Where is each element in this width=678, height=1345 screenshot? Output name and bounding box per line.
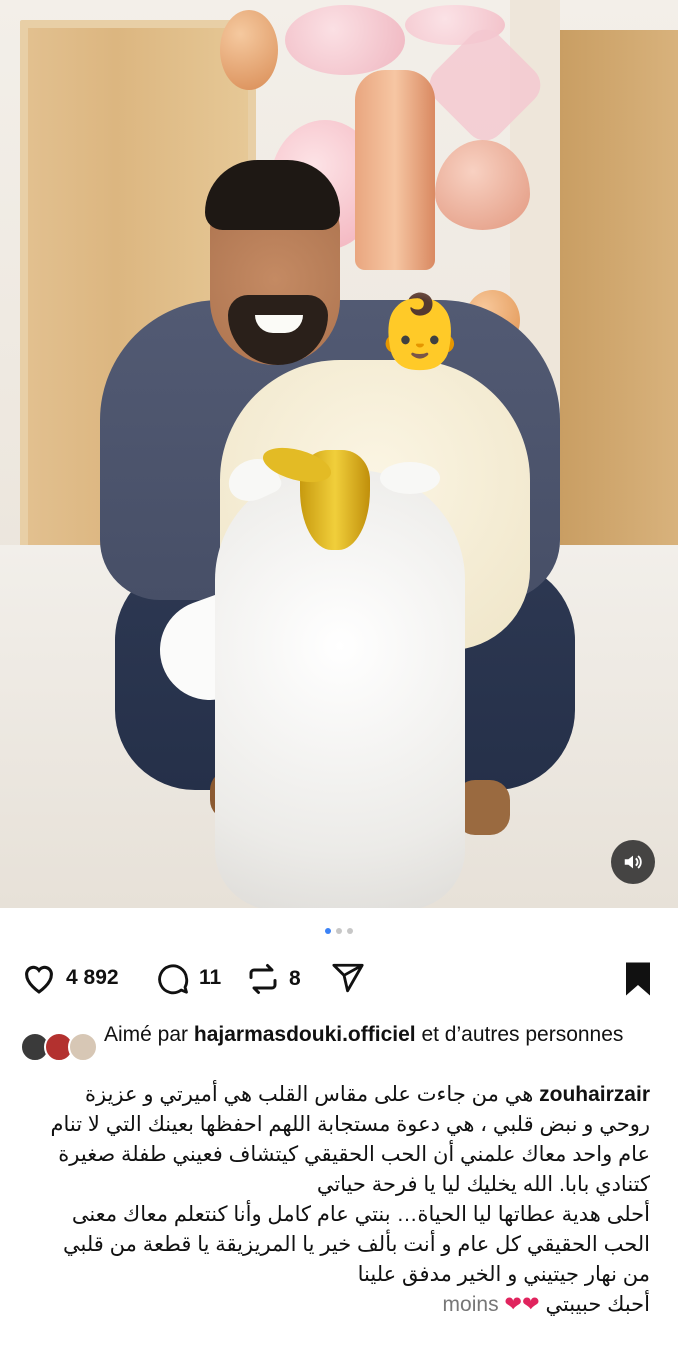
less-toggle[interactable]: moins <box>443 1293 499 1316</box>
post-photo[interactable]: 👶 <box>0 0 678 908</box>
photo-door-right <box>560 30 678 570</box>
comment-icon[interactable] <box>155 961 191 995</box>
carousel-dot-active <box>325 928 331 934</box>
heart-icon[interactable] <box>20 961 58 995</box>
share-icon[interactable] <box>330 961 366 995</box>
like-action[interactable]: 4 892 <box>20 961 119 995</box>
caption-line: كتنادي بابا. الله يخليك ليا يا فرحة حيات… <box>316 1173 650 1196</box>
red-heart-icon: ❤❤ <box>504 1293 540 1316</box>
carousel-indicator <box>0 928 678 934</box>
carousel-dot <box>347 928 353 934</box>
repost-count[interactable]: 8 <box>289 967 301 991</box>
caption-line: أحلى هدية عطاتها ليا الحياة… بنتي عام كا… <box>71 1203 650 1226</box>
caption-line: من نهار جيتيني و الخير مدفق علينا <box>357 1263 650 1286</box>
like-count[interactable]: 4 892 <box>66 966 119 990</box>
post-caption: zouhairzair هي من جاءت على مقاس القلب هي… <box>20 1080 650 1320</box>
repost-action[interactable]: 8 <box>245 961 301 997</box>
avatar[interactable] <box>68 1032 98 1062</box>
bookmark-icon[interactable] <box>622 961 654 997</box>
post-actions-bar: 4 892 11 8 <box>0 955 678 1003</box>
liked-by-suffix: et d’autres personnes <box>421 1023 624 1046</box>
caption-username[interactable]: zouhairzair <box>539 1083 650 1106</box>
man-hair <box>205 160 340 230</box>
speaker-icon[interactable] <box>611 840 655 884</box>
save-action[interactable] <box>622 961 654 997</box>
liked-by-prefix: Aimé par <box>104 1023 189 1046</box>
repost-icon[interactable] <box>245 961 281 997</box>
baby-emoji-icon: 👶 <box>375 292 465 372</box>
balloon <box>220 10 278 90</box>
carousel-dot <box>336 928 342 934</box>
unicorn-ear <box>380 462 440 494</box>
caption-line: هي من جاءت على مقاس القلب هي أميرتي و عز… <box>85 1083 534 1106</box>
comment-action[interactable]: 11 <box>155 961 221 995</box>
comment-count[interactable]: 11 <box>199 966 221 990</box>
balloon <box>285 5 405 75</box>
caption-line: روحي و نبض قلبي ، هي دعوة مستجابة اللهم … <box>50 1113 650 1136</box>
caption-line: الحب الحقيقي كل عام و أنت بألف خير يا ال… <box>62 1233 650 1256</box>
number-one-balloon <box>355 70 435 270</box>
liked-by-user[interactable]: hajarmasdouki.officiel <box>194 1023 416 1046</box>
liker-avatars[interactable] <box>20 1032 98 1062</box>
liked-by-text: Aimé par hajarmasdouki.officiel et d’aut… <box>104 1020 644 1049</box>
caption-line: عام واحد معاك علمني أن الحب الحقيقي كيتش… <box>58 1143 650 1166</box>
share-action[interactable] <box>330 961 366 995</box>
caption-line: أحبك حبيبتي <box>545 1293 650 1316</box>
